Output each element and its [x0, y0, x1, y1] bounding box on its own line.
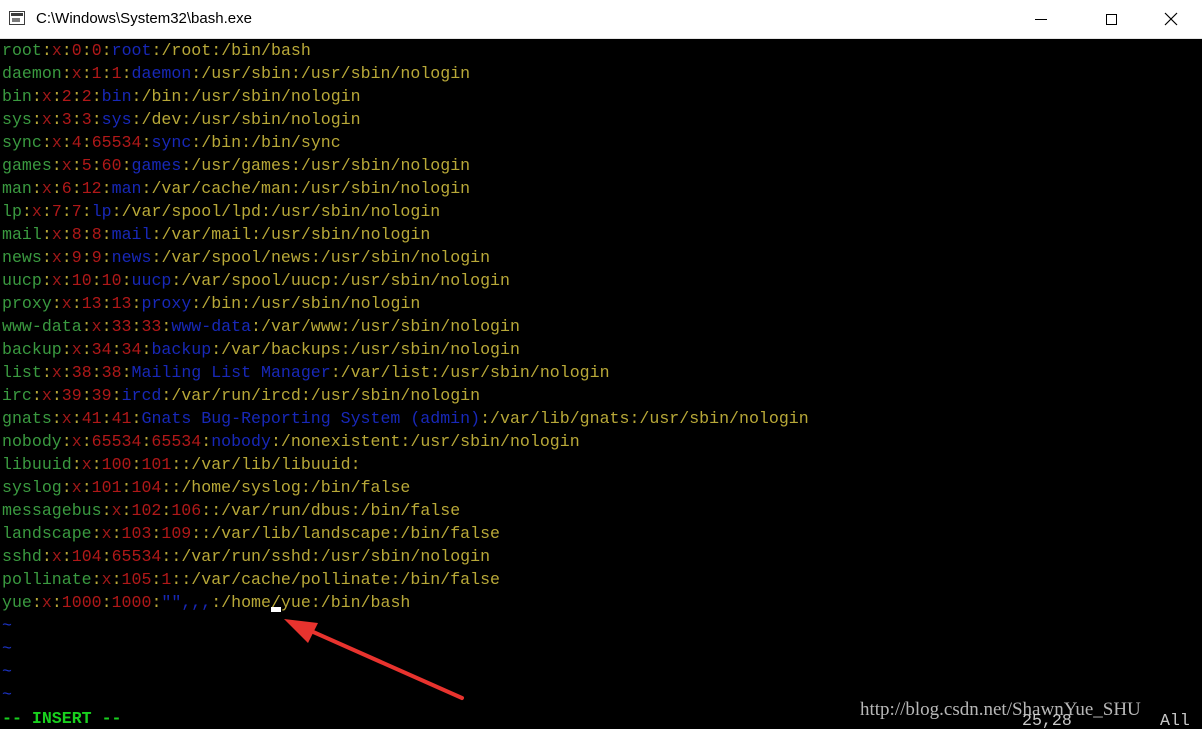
red-arrow-annotation	[284, 619, 464, 700]
bash-window: C:\Windows\System32\bash.exe -- INSERT -…	[0, 0, 1202, 730]
